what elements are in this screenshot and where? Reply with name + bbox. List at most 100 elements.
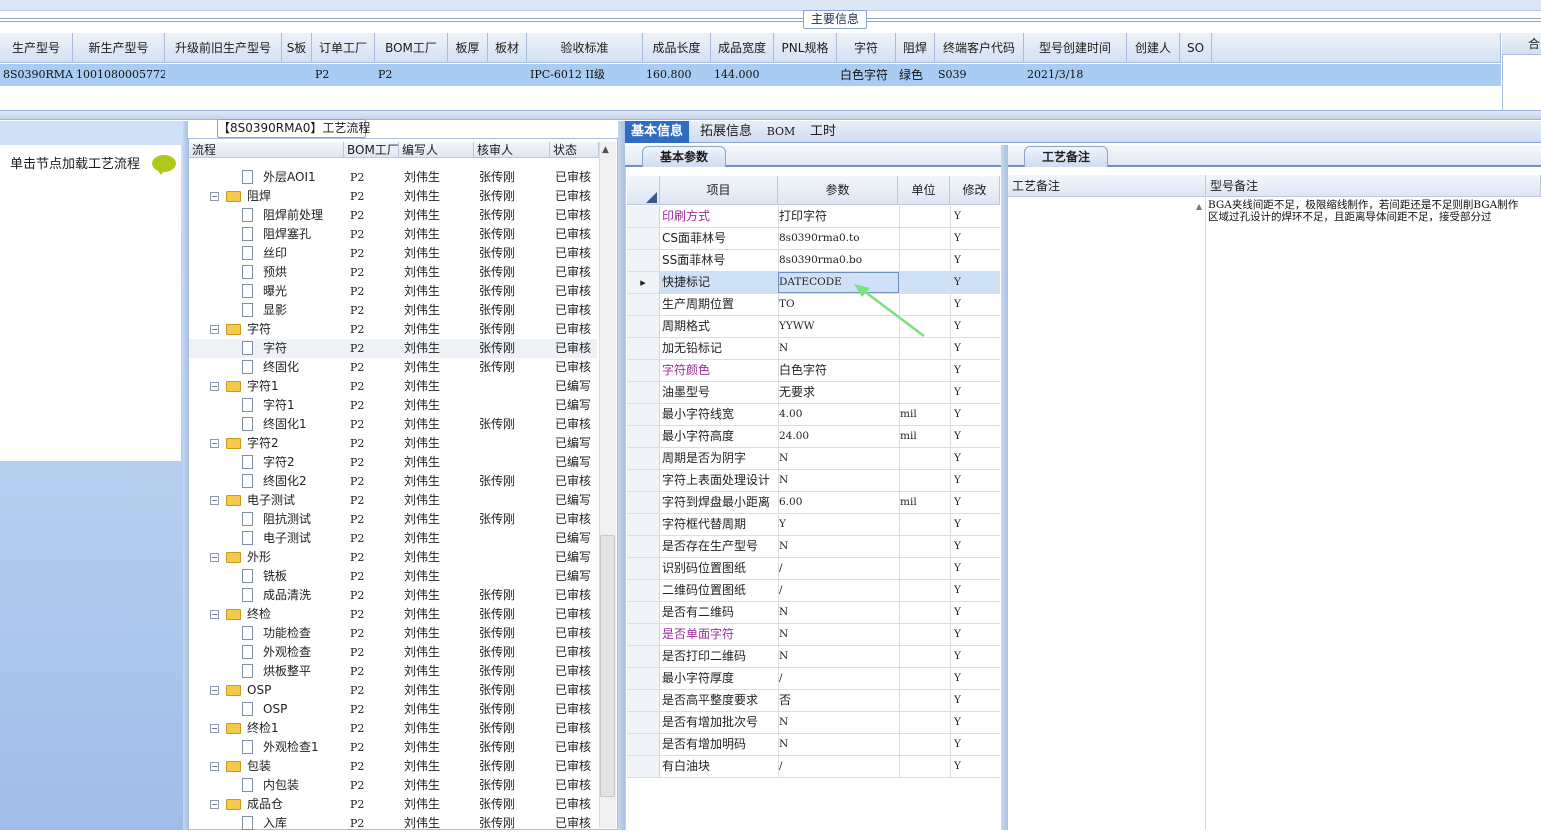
main-col-header-15[interactable]: 型号创建时间	[1024, 33, 1127, 63]
param-value[interactable]: /	[779, 580, 897, 601]
param-row[interactable]: CS面菲林号 8s0390rma0.to Y	[627, 228, 1000, 250]
tree-header-bom-factory[interactable]: BOM工厂	[344, 142, 399, 158]
main-col-header-6[interactable]: 板厚	[448, 33, 488, 63]
tree-row[interactable]: 曝光 P2 刘伟生 张传刚 已审核	[189, 282, 597, 301]
param-value[interactable]: N	[779, 448, 897, 469]
tree-row[interactable]: 终固化 P2 刘伟生 张传刚 已审核	[189, 358, 597, 377]
params-header-edit[interactable]: 修改	[950, 176, 1000, 205]
tree-row[interactable]: − 外形 P2 刘伟生 已编写	[189, 548, 597, 567]
tab-work-hours[interactable]: 工时	[803, 121, 843, 143]
collapse-icon[interactable]: −	[210, 439, 219, 448]
param-row[interactable]: 油墨型号 无要求 Y	[627, 382, 1000, 404]
param-row[interactable]: 是否有二维码 N Y	[627, 602, 1000, 624]
param-row[interactable]: 字符框代替周期 Y Y	[627, 514, 1000, 536]
main-cell-3[interactable]	[285, 64, 312, 86]
param-value[interactable]: 否	[779, 690, 897, 711]
main-col-header-5[interactable]: BOM工厂	[375, 33, 448, 63]
collapse-icon[interactable]: −	[210, 762, 219, 771]
tree-row[interactable]: − 字符1 P2 刘伟生 已编写	[189, 377, 597, 396]
param-row[interactable]: 印刷方式 打印字符 Y	[627, 206, 1000, 228]
tree-row[interactable]: 阻焊前处理 P2 刘伟生 张传刚 已审核	[189, 206, 597, 225]
param-value[interactable]: N	[779, 602, 897, 623]
main-cell-9[interactable]: 160.800	[646, 64, 711, 86]
main-cell-13[interactable]: 绿色	[899, 64, 935, 86]
param-row[interactable]: 是否单面字符 N Y	[627, 624, 1000, 646]
main-col-header-7[interactable]: 板材	[488, 33, 527, 63]
row-indicator[interactable]	[627, 294, 660, 315]
collapse-icon[interactable]: −	[210, 686, 219, 695]
row-indicator[interactable]	[627, 690, 660, 711]
row-indicator[interactable]	[627, 404, 660, 425]
main-col-header-12[interactable]: 字符	[837, 33, 896, 63]
tree-row[interactable]: − 成品仓 P2 刘伟生 张传刚 已审核	[189, 795, 597, 814]
tab-process-remarks[interactable]: 工艺备注	[1024, 146, 1108, 167]
subtab-basic-params[interactable]: 基本参数	[642, 146, 726, 167]
tree-row[interactable]: 终固化2 P2 刘伟生 张传刚 已审核	[189, 472, 597, 491]
param-value[interactable]: 白色字符	[779, 360, 897, 381]
row-indicator[interactable]	[627, 338, 660, 359]
param-value[interactable]: 6.00	[779, 492, 897, 513]
param-row[interactable]: 是否有增加明码 N Y	[627, 734, 1000, 756]
row-indicator[interactable]	[627, 668, 660, 689]
main-cell-0[interactable]: 8S0390RMA0	[3, 64, 73, 86]
main-cell-2[interactable]	[168, 64, 282, 86]
tree-row[interactable]: 外层AOI1 P2 刘伟生 张传刚 已审核	[189, 168, 597, 187]
right-vertical-splitter[interactable]	[1001, 145, 1008, 830]
tree-row[interactable]: 电子测试 P2 刘伟生 已编写	[189, 529, 597, 548]
tree-row[interactable]: 阻焊塞孔 P2 刘伟生 张传刚 已审核	[189, 225, 597, 244]
tab-basic-info[interactable]: 基本信息	[625, 121, 689, 143]
param-value[interactable]: 4.00	[779, 404, 897, 425]
param-value[interactable]: 无要求	[779, 382, 897, 403]
tree-header-flow[interactable]: 流程	[189, 142, 344, 158]
main-cell-11[interactable]	[777, 64, 837, 86]
param-row[interactable]: 周期是否为阴字 N Y	[627, 448, 1000, 470]
param-row[interactable]: 是否高平整度要求 否 Y	[627, 690, 1000, 712]
tree-row[interactable]: 终固化1 P2 刘伟生 张传刚 已审核	[189, 415, 597, 434]
tree-row[interactable]: 内包装 P2 刘伟生 张传刚 已审核	[189, 776, 597, 795]
param-value[interactable]: /	[779, 668, 897, 689]
params-header-unit[interactable]: 单位	[898, 176, 950, 205]
main-cell-10[interactable]: 144.000	[714, 64, 774, 86]
collapse-icon[interactable]: −	[210, 382, 219, 391]
param-row[interactable]: ▸ 快捷标记 DATECODE Y	[627, 272, 1000, 294]
row-indicator[interactable]	[627, 228, 660, 249]
param-value[interactable]: 24.00	[779, 426, 897, 447]
tree-row[interactable]: − 终检1 P2 刘伟生 张传刚 已审核	[189, 719, 597, 738]
row-indicator[interactable]	[627, 316, 660, 337]
main-col-header-11[interactable]: PNL规格	[774, 33, 837, 63]
row-indicator[interactable]	[627, 250, 660, 271]
tree-header-reviewer[interactable]: 核审人	[474, 142, 550, 158]
param-value[interactable]: N	[779, 338, 897, 359]
main-cell-17[interactable]	[1183, 64, 1212, 86]
tree-row[interactable]: − 终检 P2 刘伟生 张传刚 已审核	[189, 605, 597, 624]
main-col-header-1[interactable]: 新生产型号	[73, 33, 165, 63]
param-value[interactable]: N	[779, 624, 897, 645]
row-indicator[interactable]	[627, 426, 660, 447]
row-indicator[interactable]	[627, 360, 660, 381]
param-value[interactable]: /	[779, 558, 897, 579]
row-indicator[interactable]	[627, 646, 660, 667]
main-cell-6[interactable]	[451, 64, 488, 86]
tree-row[interactable]: OSP P2 刘伟生 张传刚 已审核	[189, 700, 597, 719]
param-row[interactable]: SS面菲林号 8s0390rma0.bo Y	[627, 250, 1000, 272]
tree-row[interactable]: 入库 P2 刘伟生 张传刚 已审核	[189, 814, 597, 833]
main-cell-15[interactable]: 2021/3/18	[1027, 64, 1127, 86]
param-row[interactable]: 是否有增加批次号 N Y	[627, 712, 1000, 734]
row-indicator[interactable]	[627, 602, 660, 623]
tree-row[interactable]: 烘板整平 P2 刘伟生 张传刚 已审核	[189, 662, 597, 681]
tree-row[interactable]: 字符 P2 刘伟生 张传刚 已审核	[189, 339, 597, 358]
main-col-header-17[interactable]: SO	[1180, 33, 1212, 63]
tree-row[interactable]: − 包装 P2 刘伟生 张传刚 已审核	[189, 757, 597, 776]
middle-vertical-splitter[interactable]	[618, 121, 625, 830]
tree-row[interactable]: 功能检查 P2 刘伟生 张传刚 已审核	[189, 624, 597, 643]
tree-header-writer[interactable]: 编写人	[399, 142, 474, 158]
param-row[interactable]: 字符上表面处理设计 N Y	[627, 470, 1000, 492]
params-header-value[interactable]: 参数	[778, 176, 898, 205]
collapse-icon[interactable]: −	[210, 724, 219, 733]
row-indicator[interactable]	[627, 624, 660, 645]
param-value[interactable]: N	[779, 712, 897, 733]
param-row[interactable]: 最小字符高度 24.00 mil Y	[627, 426, 1000, 448]
main-col-header-8[interactable]: 验收标准	[527, 33, 643, 63]
tree-row[interactable]: 铣板 P2 刘伟生 已编写	[189, 567, 597, 586]
row-indicator[interactable]	[627, 492, 660, 513]
